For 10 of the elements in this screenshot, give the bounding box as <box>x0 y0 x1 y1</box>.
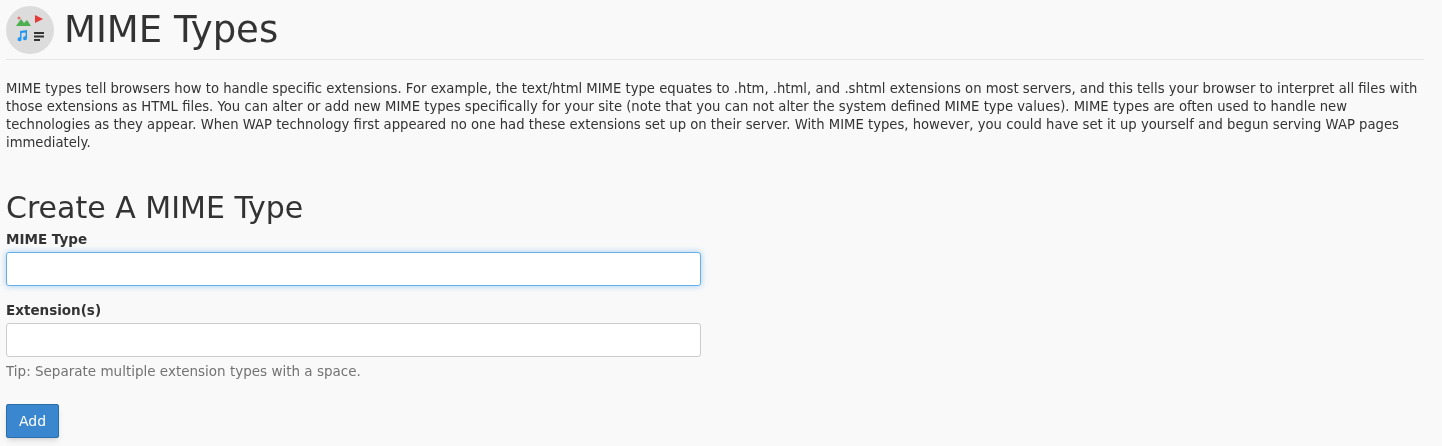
input-field[interactable] <box>6 323 701 357</box>
help-text: Tip: Separate multiple extension types with a space. <box>6 362 362 380</box>
input-field[interactable] <box>6 252 701 286</box>
description-paragraph: MIME types tell browsers how to handle specific extensions. For example, the text/html MIME type equates to .htm, .html, and .shtml extensions on most servers, and this tells your browser to interpret all files with those extensions as HTML files. You can alter or add new MIME types specifically for your site (note that you can not alter the system defined MIME type values). MIME types are often used to handle new technologies as they appear. When WAP technology first appeared no one had these extensions set up on their server. With MIME types, however, you could have set it up yourself and begun serving WAP pages immediately. <box>6 80 1419 152</box>
field-label: MIME Type <box>6 230 89 249</box>
section-heading: Create A MIME Type <box>6 190 305 226</box>
page-title: MIME Types <box>64 7 279 53</box>
media-files-icon <box>6 6 54 54</box>
field-label: Extension(s) <box>6 301 103 320</box>
add-button[interactable]: Add <box>6 404 60 438</box>
